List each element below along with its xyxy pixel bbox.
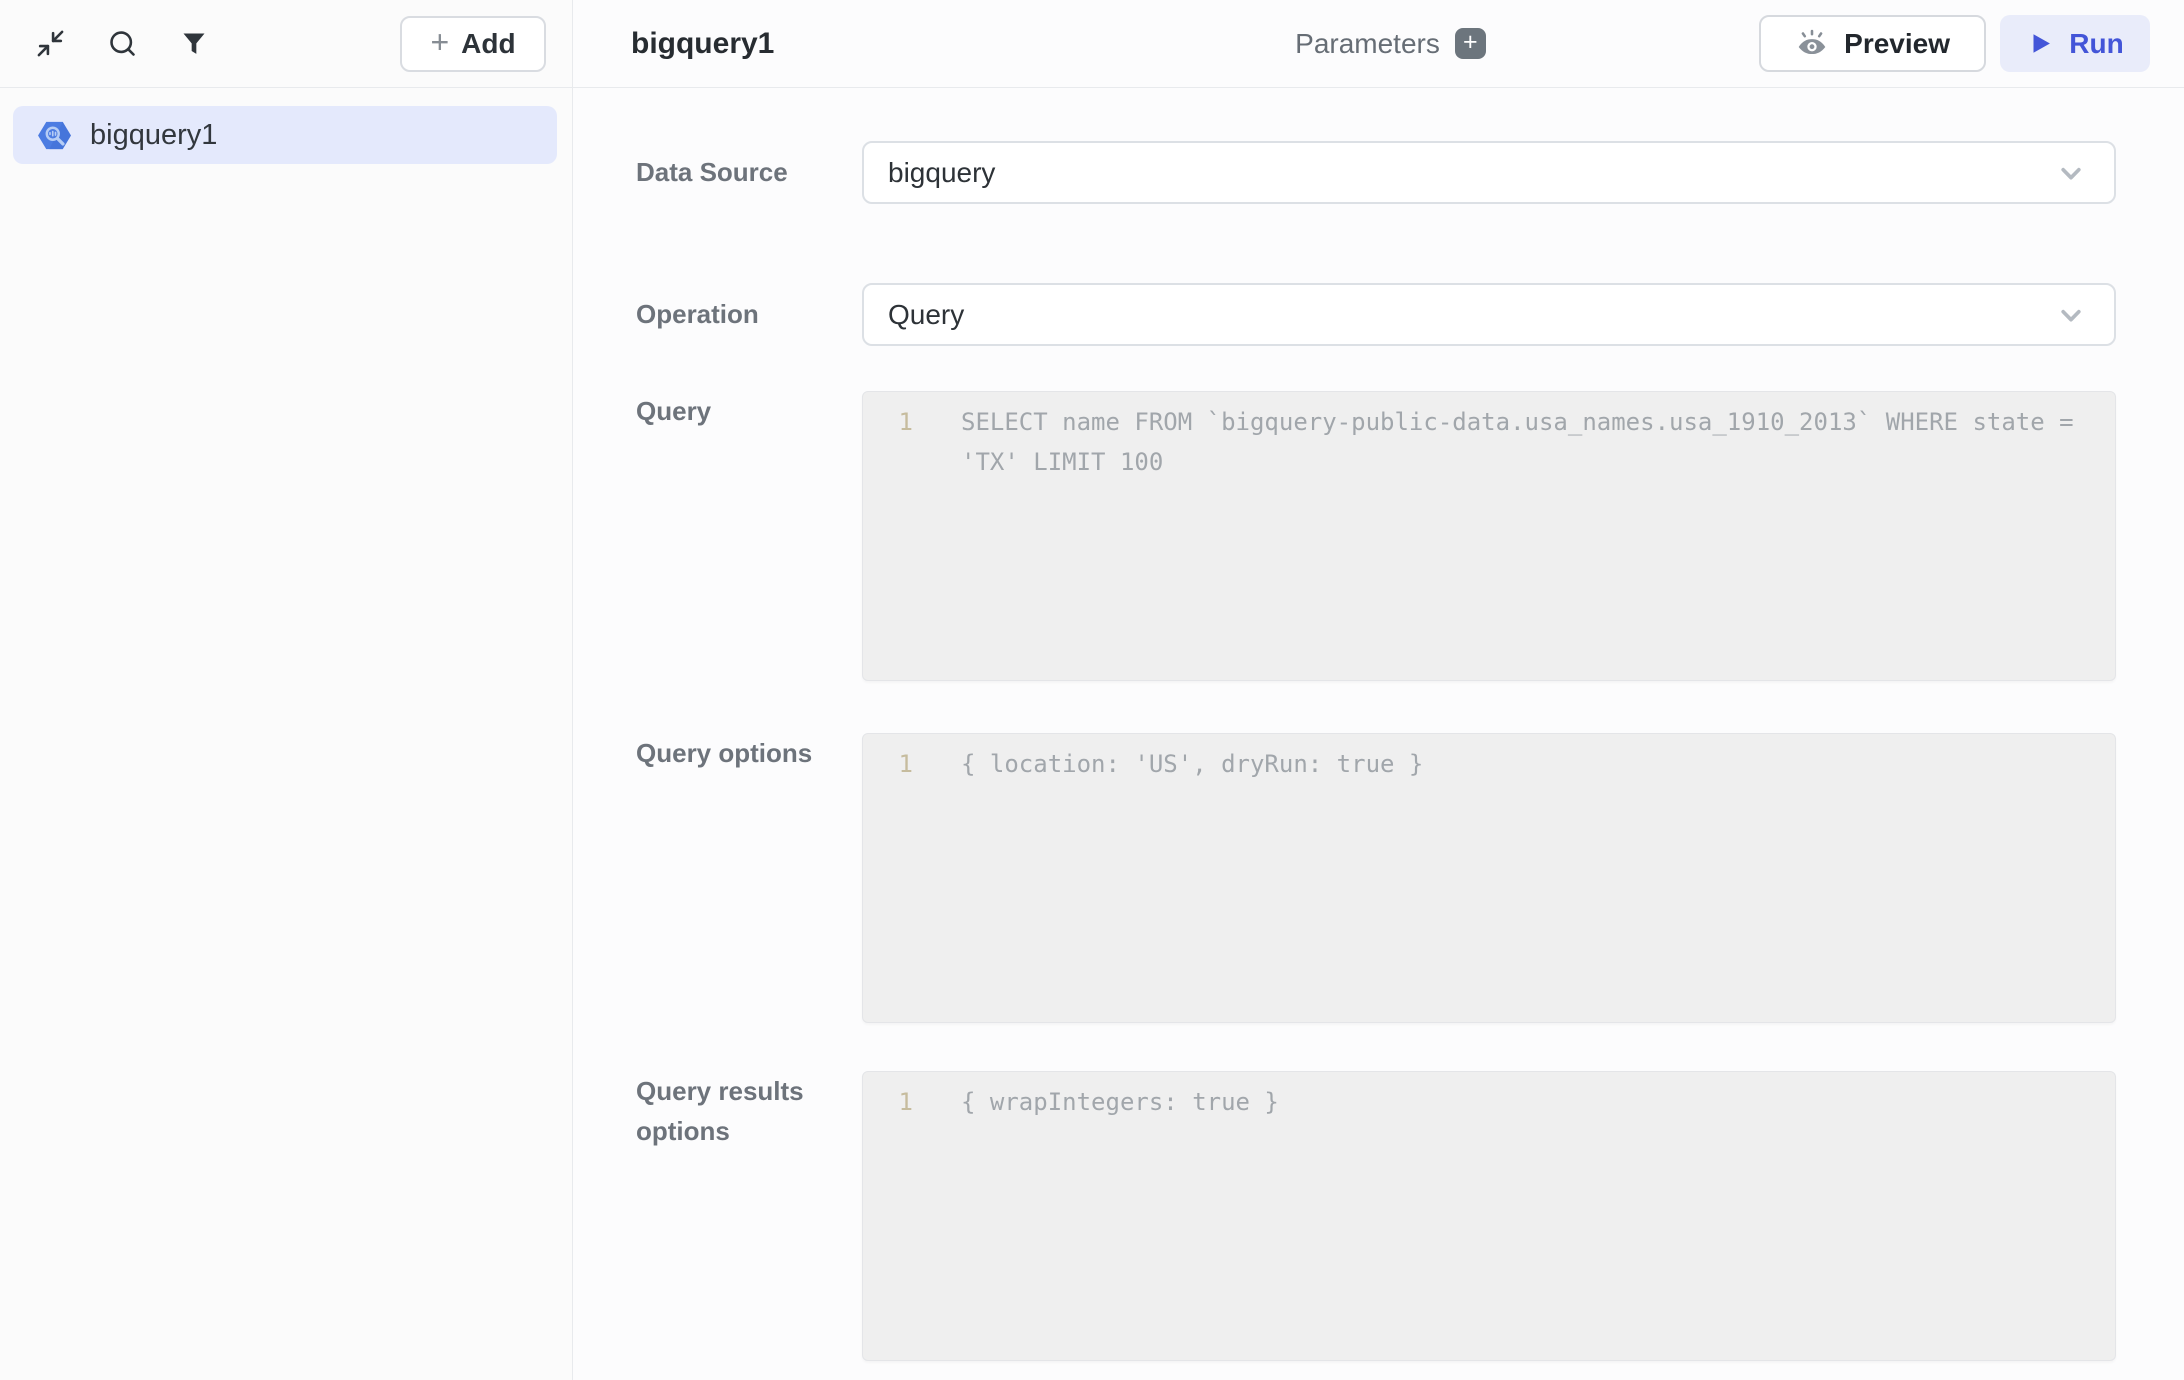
data-source-label: Data Source [636,157,862,188]
data-source-value: bigquery [888,157,995,189]
line-number: 1 [863,402,913,482]
preview-button-label: Preview [1844,28,1950,60]
query-results-options-row: Query results options 1 { wrapIntegers: … [636,1071,2184,1361]
search-icon [107,28,138,59]
collapse-icon [35,28,66,59]
sidebar-toolbar: + Add [0,0,572,88]
add-query-button[interactable]: + Add [400,16,546,72]
app-window: + Add bigquery1 bigquery1 [0,0,2184,1380]
run-button[interactable]: Run [2000,15,2150,72]
query-results-options-placeholder-text: { wrapIntegers: true } [961,1082,2099,1122]
query-item-label: bigquery1 [90,119,217,152]
chevron-down-icon [2054,156,2088,190]
query-editor-panel: bigquery1 Parameters + [573,0,2184,1380]
query-results-options-label: Query results options [636,1071,862,1361]
query-row: Query 1 SELECT name FROM `bigquery-publi… [636,391,2184,681]
operation-select[interactable]: Query [862,283,2116,346]
query-label: Query [636,391,862,681]
query-form: Data Source bigquery Operation Query [573,88,2184,1380]
line-number: 1 [863,744,913,784]
add-button-label: Add [461,28,515,60]
query-options-placeholder-text: { location: 'US', dryRun: true } [961,744,2099,784]
query-title: bigquery1 [631,27,774,61]
preview-button[interactable]: Preview [1759,15,1986,72]
run-button-label: Run [2069,28,2123,60]
filter-queries-button[interactable] [177,27,211,61]
query-code-editor[interactable]: 1 SELECT name FROM `bigquery-public-data… [862,391,2116,681]
operation-label: Operation [636,299,862,330]
line-number: 1 [863,1082,913,1122]
operation-value: Query [888,299,964,331]
operation-row: Operation Query [636,283,2184,346]
play-icon [2026,29,2055,58]
search-queries-button[interactable] [105,27,139,61]
collapse-panel-button[interactable] [33,27,67,61]
query-options-editor[interactable]: 1 { location: 'US', dryRun: true } [862,733,2116,1023]
parameters-label: Parameters [1295,28,1440,60]
chevron-down-icon [2054,298,2088,332]
query-options-label: Query options [636,733,862,1023]
filter-icon [180,30,208,58]
data-source-row: Data Source bigquery [636,141,2184,204]
query-list: bigquery1 [0,88,572,164]
query-editor-header: bigquery1 Parameters + [573,0,2184,88]
data-source-select[interactable]: bigquery [862,141,2116,204]
query-placeholder-text: SELECT name FROM `bigquery-public-data.u… [961,402,2099,482]
query-list-sidebar: + Add bigquery1 [0,0,573,1380]
parameters-group: Parameters + [1295,28,1486,60]
eye-icon [1795,27,1829,61]
query-options-row: Query options 1 { location: 'US', dryRun… [636,733,2184,1023]
plus-icon: + [430,26,449,58]
bigquery-icon [36,117,73,154]
query-list-item-bigquery1[interactable]: bigquery1 [13,106,557,164]
add-parameter-button[interactable]: + [1455,28,1486,59]
query-results-options-editor[interactable]: 1 { wrapIntegers: true } [862,1071,2116,1361]
